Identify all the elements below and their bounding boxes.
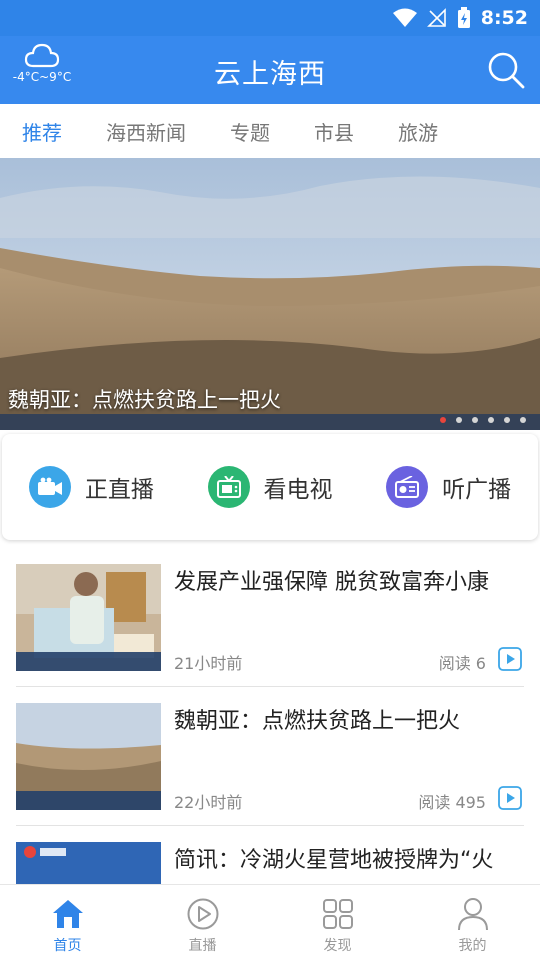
nav-label: 首页	[53, 938, 82, 954]
live-now-button[interactable]: 正直播	[2, 466, 181, 508]
grid-icon	[321, 897, 355, 931]
nav-label: 直播	[188, 938, 217, 954]
divider	[16, 825, 524, 826]
battery-charging-icon	[457, 7, 471, 29]
radio-icon	[386, 466, 429, 508]
tab-haixi-news[interactable]: 海西新闻	[106, 117, 186, 146]
clock: 8:52	[480, 7, 528, 29]
news-thumbnail	[16, 564, 161, 671]
nav-home[interactable]: 首页	[0, 885, 135, 960]
video-play-icon[interactable]	[498, 786, 522, 810]
news-time: 21小时前	[174, 654, 243, 673]
app-header: -4°C~9°C 云上海西	[0, 36, 540, 104]
news-time: 22小时前	[174, 793, 243, 812]
news-thumbnail	[16, 703, 161, 810]
banner-caption: 魏朝亚：点燃扶贫路上一把火	[8, 388, 281, 412]
carousel-indicator	[440, 417, 526, 423]
tab-cities-counties[interactable]: 市县	[314, 117, 354, 146]
news-list-item[interactable]: 发展产业强保障 脱贫致富奔小康 21小时前 阅读 6	[16, 564, 524, 687]
quick-entry-label: 看电视	[263, 477, 333, 503]
tab-travel[interactable]: 旅游	[398, 117, 438, 146]
tv-icon	[207, 466, 250, 508]
nav-profile[interactable]: 我的	[405, 885, 540, 960]
home-icon	[51, 897, 85, 931]
quick-entry-card: 正直播 看电视 听广播	[2, 434, 538, 540]
news-title: 发展产业强保障 脱贫致富奔小康	[174, 570, 489, 595]
divider	[16, 686, 524, 687]
status-bar: 8:52	[0, 0, 540, 36]
carousel-dot	[520, 417, 526, 423]
wifi-icon	[392, 8, 417, 28]
user-icon	[456, 897, 490, 931]
nav-label: 发现	[323, 938, 352, 954]
search-button[interactable]	[486, 50, 526, 90]
carousel-dot	[472, 417, 478, 423]
news-title: 简讯：冷湖火星营地被授牌为“火	[174, 848, 494, 873]
listen-radio-button[interactable]: 听广播	[359, 466, 538, 508]
video-play-icon[interactable]	[498, 647, 522, 671]
nav-live[interactable]: 直播	[135, 885, 270, 960]
news-read-count: 阅读 495	[418, 793, 486, 812]
bottom-navigation: 首页 直播 发现 我的	[0, 884, 540, 960]
play-circle-icon	[186, 897, 220, 931]
page-title: 云上海西	[214, 59, 326, 90]
news-list-item[interactable]: 魏朝亚：点燃扶贫路上一把火 22小时前 阅读 495	[16, 703, 524, 826]
watch-tv-button[interactable]: 看电视	[181, 466, 360, 508]
carousel-dot	[440, 417, 446, 423]
carousel-dot	[504, 417, 510, 423]
nav-discover[interactable]: 发现	[270, 885, 405, 960]
nav-label: 我的	[458, 938, 487, 954]
carousel-dot	[456, 417, 462, 423]
news-read-count: 阅读 6	[438, 654, 486, 673]
quick-entry-label: 正直播	[84, 477, 154, 503]
quick-entry-label: 听广播	[442, 477, 512, 503]
carousel-dot	[488, 417, 494, 423]
tab-topics[interactable]: 专题	[230, 117, 270, 146]
search-icon	[486, 52, 526, 94]
category-tabs: 推荐 海西新闻 专题 市县 旅游	[0, 104, 540, 158]
banner-carousel[interactable]: 魏朝亚：点燃扶贫路上一把火	[0, 158, 540, 430]
camera-icon	[28, 466, 71, 508]
news-title: 魏朝亚：点燃扶贫路上一把火	[174, 709, 461, 734]
no-signal-icon	[426, 8, 447, 28]
tab-recommend[interactable]: 推荐	[22, 117, 62, 146]
